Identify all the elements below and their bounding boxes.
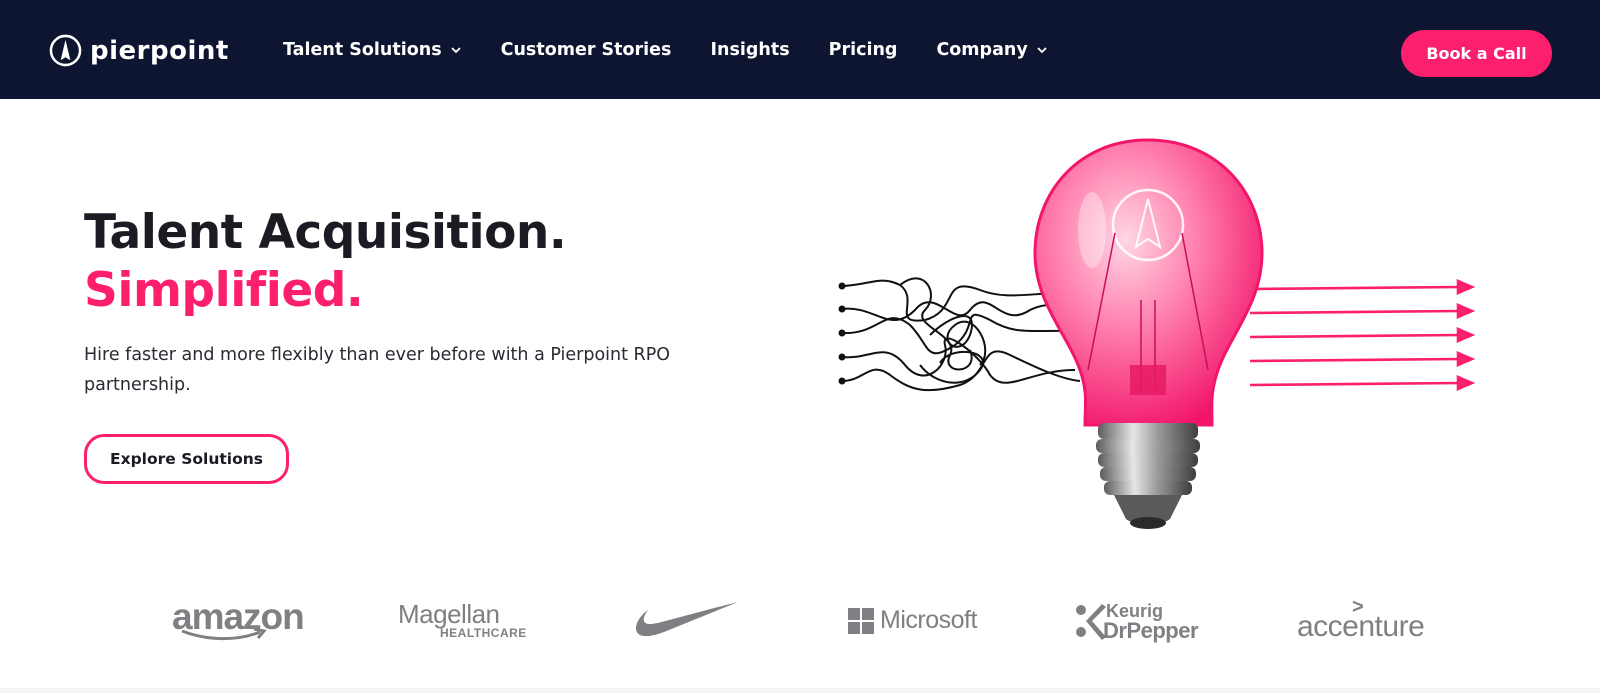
main-nav: Talent Solutions Customer Stories Insigh… [283,40,1087,60]
nav-label: Insights [710,40,790,60]
nav-label: Pricing [828,40,898,60]
hero-title: Talent Acquisition. Simplified. [84,204,567,320]
chevron-down-icon [1037,47,1047,54]
hero-subtitle: Hire faster and more flexibly than ever … [84,345,671,395]
nav-talent-solutions[interactable]: Talent Solutions [283,40,462,60]
nav-label: Customer Stories [500,40,672,60]
pierpoint-compass-icon [49,34,82,67]
nav-customer-stories[interactable]: Customer Stories [501,40,672,60]
chevron-down-icon [450,47,461,54]
top-navbar: pierpoint Talent Solutions Customer Stor… [0,0,1600,99]
lightbulb-tangled-wires-icon [838,138,1476,529]
hero-title-accent: Simplified. [84,263,364,318]
nav-insights[interactable]: Insights [710,40,789,60]
pierpoint-logo[interactable]: pierpoint [49,34,229,67]
hero-title-line1: Talent Acquisition. [84,205,567,260]
nav-label: Company [936,40,1028,60]
drpepper-logo: DrPepper [1103,618,1199,643]
nav-pricing[interactable]: Pricing [829,40,898,60]
accenture-logo: accenture [1297,610,1425,643]
nav-company[interactable]: Company [936,40,1047,60]
microsoft-logo: Microsoft [880,606,977,634]
nav-label: Talent Solutions [283,40,442,60]
logo-text: pierpoint [90,35,229,66]
magellan-logo: Magellan [398,599,500,629]
amazon-smile-icon [181,628,267,641]
section-divider [0,688,1600,693]
magellan-logo-sub: HEALTHCARE [440,626,527,640]
keurig-drpepper-k-icon [1076,604,1106,640]
book-a-call-button[interactable]: Book a Call [1401,30,1552,77]
nike-swoosh-icon [636,602,738,637]
microsoft-squares-icon [848,608,874,634]
explore-solutions-button[interactable]: Explore Solutions [84,434,289,484]
